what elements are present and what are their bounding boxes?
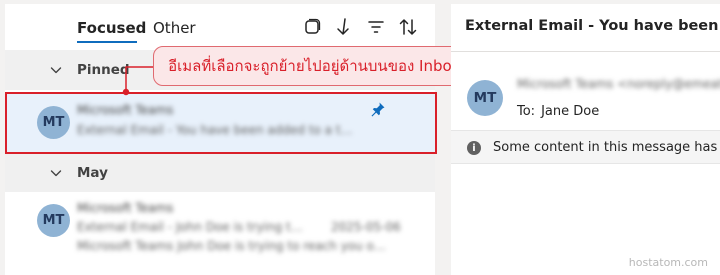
active-tab-indicator: [77, 41, 137, 43]
reading-pane: External Email - You have been added MT …: [451, 4, 720, 275]
pin-icon[interactable]: [369, 100, 387, 118]
info-icon: i: [467, 141, 481, 155]
list-item-pinned-message[interactable]: MT Microsoft Teams External Email - You …: [5, 92, 435, 154]
blocked-content-notice: i Some content in this message has been …: [451, 130, 720, 164]
sort-order-icon[interactable]: [397, 16, 419, 38]
section-may[interactable]: May: [5, 154, 435, 192]
message-sender: Microsoft Teams: [77, 201, 174, 215]
tab-focused[interactable]: Focused: [77, 19, 146, 37]
notice-text: Some content in this message has been bl…: [493, 140, 720, 155]
message-subject: External Email - John Doe is trying t…: [77, 220, 303, 234]
filter-icon[interactable]: [365, 16, 387, 38]
message-date: 2025-05-06: [331, 220, 401, 234]
to-recipient[interactable]: Jane Doe: [541, 104, 599, 119]
to-label: To:: [517, 104, 536, 119]
chevron-down-icon[interactable]: [49, 63, 63, 77]
reading-to: To: Jane Doe: [517, 104, 599, 119]
mail-list-pane: Focused Other Pinned MT Microsoft Teams …: [5, 4, 435, 275]
section-label-may: May: [77, 165, 108, 181]
divider: [451, 51, 720, 52]
reading-from: Microsoft Teams <noreply@emeateams.mail.…: [517, 77, 720, 91]
tab-other[interactable]: Other: [153, 19, 196, 37]
avatar: MT: [37, 204, 70, 237]
sort-arrow-icon[interactable]: [333, 16, 355, 38]
mail-list-toolbar: Focused Other: [5, 4, 435, 50]
message-subject: External Email - You have been added to …: [77, 123, 353, 137]
avatar: MT: [37, 106, 70, 139]
section-label-pinned: Pinned: [77, 62, 130, 78]
message-sender: Microsoft Teams: [77, 103, 174, 117]
chevron-down-icon[interactable]: [49, 166, 63, 180]
list-item-message[interactable]: MT Microsoft Teams External Email - John…: [5, 192, 435, 262]
select-icon[interactable]: [301, 16, 323, 38]
watermark: hostatom.com: [628, 256, 708, 269]
reading-subject: External Email - You have been added: [465, 18, 720, 34]
avatar: MT: [467, 80, 503, 116]
message-preview: Microsoft Teams John Doe is trying to re…: [77, 239, 386, 253]
